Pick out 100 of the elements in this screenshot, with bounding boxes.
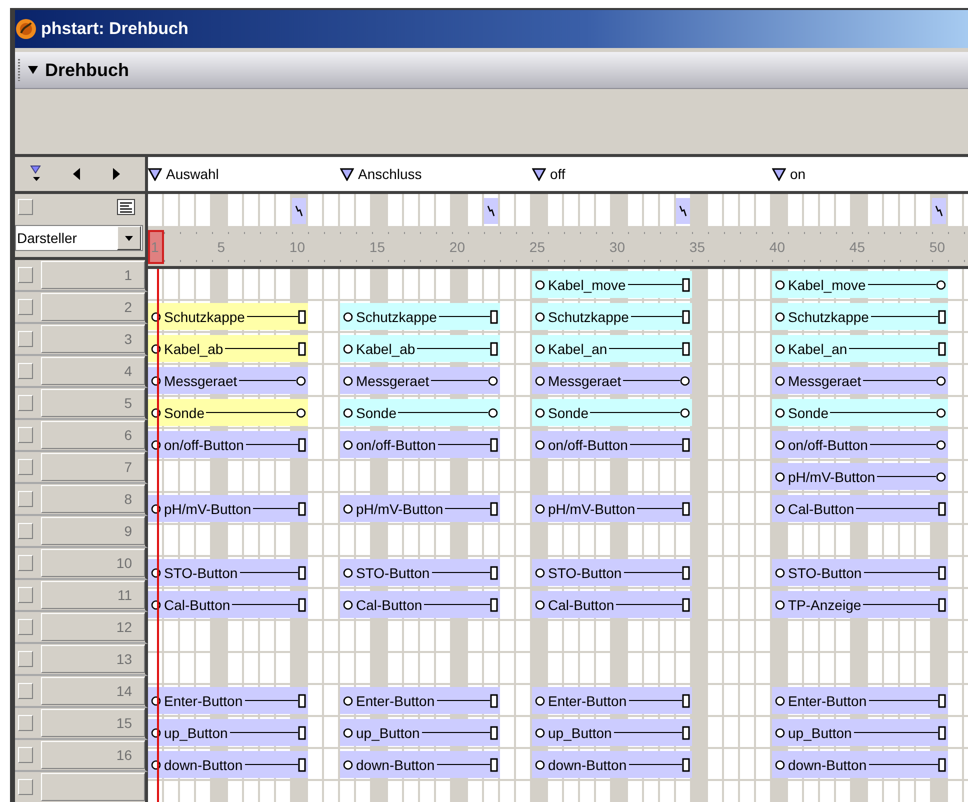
sprite-bar[interactable]: Enter-Button: [148, 687, 308, 714]
sprite-bar[interactable]: pH/mV-Button: [532, 495, 692, 522]
sprite-bar[interactable]: Schutzkappe: [772, 303, 948, 330]
sprite-bar[interactable]: pH/mV-Button: [340, 495, 500, 522]
end-square-icon: [938, 310, 946, 324]
sprite-bar[interactable]: Schutzkappe: [340, 303, 500, 330]
channel-toggle[interactable]: [18, 587, 33, 603]
channel-toggle[interactable]: [18, 363, 33, 379]
sprite-bar[interactable]: Cal-Button: [148, 591, 308, 618]
marker-triangle-icon[interactable]: [772, 168, 786, 180]
sprite-bar[interactable]: Enter-Button: [772, 687, 948, 714]
script-cell[interactable]: [932, 198, 946, 224]
marker-triangle-icon[interactable]: [340, 168, 354, 180]
channel-toggle[interactable]: [18, 459, 33, 475]
end-square-icon: [938, 726, 946, 740]
sprite-bar[interactable]: Cal-Button: [772, 495, 948, 522]
script-cell[interactable]: [676, 198, 690, 224]
sprite-bar[interactable]: on/off-Button: [532, 431, 692, 458]
channel-toggle[interactable]: [18, 491, 33, 507]
sprite-bar[interactable]: on/off-Button: [340, 431, 500, 458]
channel-toggle[interactable]: [18, 651, 33, 667]
sprite-bar[interactable]: up_Button: [148, 719, 308, 746]
channel-toggle[interactable]: [18, 198, 33, 214]
channel-toggle[interactable]: [18, 395, 33, 411]
channel-toggle[interactable]: [18, 715, 33, 731]
sprite-bar[interactable]: Kabel_move: [772, 271, 948, 298]
sprite-bar[interactable]: Messgeraet: [340, 367, 500, 394]
end-square-icon: [298, 598, 306, 612]
script-cell[interactable]: [484, 198, 498, 224]
sprite-bar[interactable]: Messgeraet: [148, 367, 308, 394]
sprite-bar[interactable]: down-Button: [772, 751, 948, 778]
end-square-icon: [298, 694, 306, 708]
channel-toggle[interactable]: [18, 683, 33, 699]
channel-toggle[interactable]: [18, 331, 33, 347]
sprite-bar[interactable]: up_Button: [772, 719, 948, 746]
marker-label[interactable]: off: [550, 166, 566, 182]
collapse-triangle-icon[interactable]: [27, 64, 39, 76]
panel-title: Drehbuch: [45, 60, 130, 80]
sprite-bar[interactable]: pH/mV-Button: [772, 463, 948, 490]
start-circle-icon: [775, 504, 785, 514]
sprite-bar[interactable]: Kabel_ab: [148, 335, 308, 362]
sprite-bar[interactable]: Messgeraet: [532, 367, 692, 394]
end-square-icon: [298, 566, 306, 580]
previous-marker-icon[interactable]: [72, 168, 81, 180]
channel-toggle[interactable]: [18, 427, 33, 443]
sprite-bar[interactable]: Schutzkappe: [148, 303, 308, 330]
sprite-bar[interactable]: on/off-Button: [148, 431, 308, 458]
sprite-bar[interactable]: Kabel_an: [772, 335, 948, 362]
sprite-bar[interactable]: Sonde: [148, 399, 308, 426]
sprite-bar[interactable]: Enter-Button: [532, 687, 692, 714]
end-square-icon: [682, 342, 690, 356]
sprite-bar[interactable]: Cal-Button: [340, 591, 500, 618]
sprite-bar[interactable]: Sonde: [340, 399, 500, 426]
sprite-bar[interactable]: Kabel_an: [532, 335, 692, 362]
channel-toggle[interactable]: [18, 619, 33, 635]
sprite-bar[interactable]: down-Button: [148, 751, 308, 778]
sprite-bar[interactable]: TP-Anzeige: [772, 591, 948, 618]
sprite-bar[interactable]: STO-Button: [772, 559, 948, 586]
start-circle-icon: [535, 344, 545, 354]
sprite-bar[interactable]: on/off-Button: [772, 431, 948, 458]
channel-toggle[interactable]: [18, 523, 33, 539]
sprite-bar[interactable]: up_Button: [532, 719, 692, 746]
sprite-bar[interactable]: STO-Button: [148, 559, 308, 586]
start-circle-icon: [775, 696, 785, 706]
sprite-bar[interactable]: Schutzkappe: [532, 303, 692, 330]
start-circle-icon: [343, 600, 353, 610]
start-circle-icon: [343, 440, 353, 450]
sprite-bar[interactable]: STO-Button: [340, 559, 500, 586]
marker-label[interactable]: Auswahl: [166, 166, 219, 182]
script-channel-icon[interactable]: [117, 198, 135, 214]
channel-toggle[interactable]: [18, 299, 33, 315]
channel-toggle[interactable]: [18, 747, 33, 763]
channel-toggle[interactable]: [18, 779, 33, 795]
sprite-bar[interactable]: Sonde: [772, 399, 948, 426]
channel-toggle[interactable]: [18, 267, 33, 283]
start-circle-icon: [535, 280, 545, 290]
sprite-bar[interactable]: Enter-Button: [340, 687, 500, 714]
script-cell[interactable]: [292, 198, 306, 224]
sprite-bar[interactable]: down-Button: [532, 751, 692, 778]
sprite-bar[interactable]: Sonde: [532, 399, 692, 426]
sprite-bar[interactable]: pH/mV-Button: [148, 495, 308, 522]
sprite-bar[interactable]: up_Button: [340, 719, 500, 746]
sprite-bar[interactable]: Cal-Button: [532, 591, 692, 618]
channel-toggle[interactable]: [18, 555, 33, 571]
cast-view-dropdown[interactable]: Darsteller: [15, 225, 143, 251]
start-circle-icon: [775, 408, 785, 418]
sprite-bar[interactable]: STO-Button: [532, 559, 692, 586]
marker-triangle-icon[interactable]: [532, 168, 546, 180]
marker-label[interactable]: Anschluss: [358, 166, 422, 182]
marker-triangle-icon[interactable]: [148, 168, 162, 180]
sprite-bar[interactable]: Kabel_move: [532, 271, 692, 298]
marker-label[interactable]: on: [790, 166, 806, 182]
sprite-bar[interactable]: Kabel_ab: [340, 335, 500, 362]
sprite-bar[interactable]: down-Button: [340, 751, 500, 778]
end-square-icon: [490, 566, 498, 580]
next-marker-icon[interactable]: [112, 168, 120, 180]
sprite-bar[interactable]: Messgeraet: [772, 367, 948, 394]
end-square-icon: [490, 726, 498, 740]
start-circle-icon: [535, 408, 545, 418]
marker-menu-icon[interactable]: [30, 165, 42, 183]
